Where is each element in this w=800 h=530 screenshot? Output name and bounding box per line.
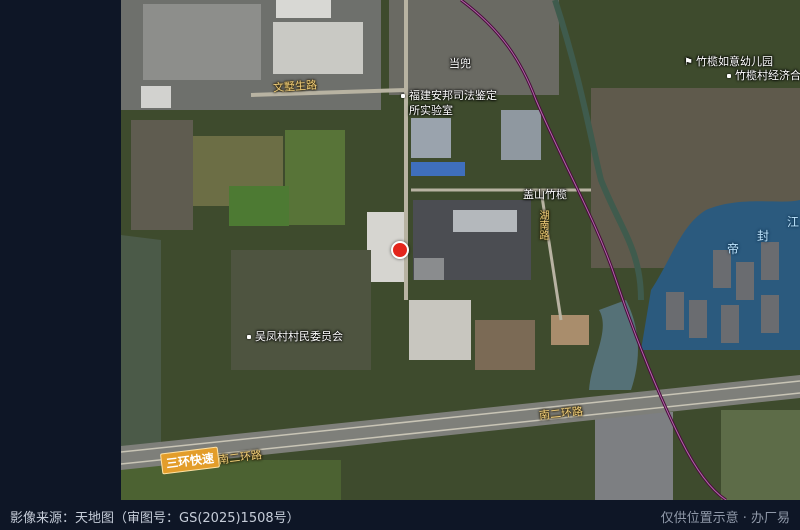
poi-label: 盖山竹榄 xyxy=(523,188,567,201)
poi-gaishan-zhulan[interactable]: 盖山竹榄 xyxy=(523,187,567,202)
urban-area xyxy=(389,0,559,95)
farmland xyxy=(229,186,289,226)
disclaimer-text: 仅供位置示意 · 办厂易 xyxy=(660,511,790,526)
factory-roof xyxy=(276,0,331,18)
water-label-char: 帝 xyxy=(727,242,740,256)
location-marker[interactable] xyxy=(391,241,409,259)
dirt-lot xyxy=(475,320,535,370)
poi-forensic-lab-line2[interactable]: 所实验室 xyxy=(409,103,453,118)
residential-complex xyxy=(595,412,673,500)
poi-forensic-lab[interactable]: 福建安邦司法鉴定 xyxy=(401,88,497,103)
left-dark-panel xyxy=(0,0,121,500)
water-label-char: 江 xyxy=(787,215,800,229)
footer-bar: 影像来源：天地图（审图号：GS(2025)1508号） 仅供位置示意 · 办厂易 xyxy=(0,500,800,530)
warehouse-roof xyxy=(143,4,261,80)
water-label-char: 封 xyxy=(757,229,770,243)
factory-roof xyxy=(453,210,517,232)
poi-label: 竹榄如意幼儿园 xyxy=(695,55,773,68)
construction-lot xyxy=(551,315,589,345)
imagery-source-text: 影像来源：天地图（审图号：GS(2025)1508号） xyxy=(10,511,300,526)
poi-dangdou[interactable]: 当兜 xyxy=(449,56,471,71)
dot-icon xyxy=(247,335,251,339)
map-imagery xyxy=(121,0,800,500)
satellite-map[interactable]: 当兜 ⚑ 竹榄如意幼儿园 竹榄村经济合 福建安邦司法鉴定 所实验室 盖山竹榄 吴凤… xyxy=(121,0,800,500)
poi-label: 当兜 xyxy=(449,57,471,70)
dot-icon xyxy=(727,74,731,78)
school-flag-icon: ⚑ xyxy=(684,57,693,68)
factory-roof xyxy=(273,22,363,74)
poi-label: 吴凤村村民委员会 xyxy=(255,330,343,343)
village-area xyxy=(231,250,371,370)
road-label-side: 湖南路 xyxy=(537,210,548,240)
poi-wufeng-committee[interactable]: 吴凤村村民委员会 xyxy=(247,329,343,344)
road-label-wenshu: 文墅生路 xyxy=(272,78,318,95)
warehouse-roof xyxy=(409,300,471,360)
poi-label: 福建安邦司法鉴定 xyxy=(409,89,497,102)
poi-label: 所实验室 xyxy=(409,104,453,117)
green-lot xyxy=(721,410,800,500)
parking-lot xyxy=(414,258,444,280)
building-roof xyxy=(141,86,171,108)
solar-roof xyxy=(501,110,541,160)
farmland xyxy=(285,130,345,225)
dot-icon xyxy=(401,94,405,98)
poi-label: 竹榄村经济合 xyxy=(735,69,800,82)
village-area xyxy=(131,120,193,230)
blue-roof xyxy=(411,162,465,176)
poi-village-economy[interactable]: 竹榄村经济合 xyxy=(727,68,800,83)
canal xyxy=(121,235,161,460)
solar-roof xyxy=(411,118,451,158)
